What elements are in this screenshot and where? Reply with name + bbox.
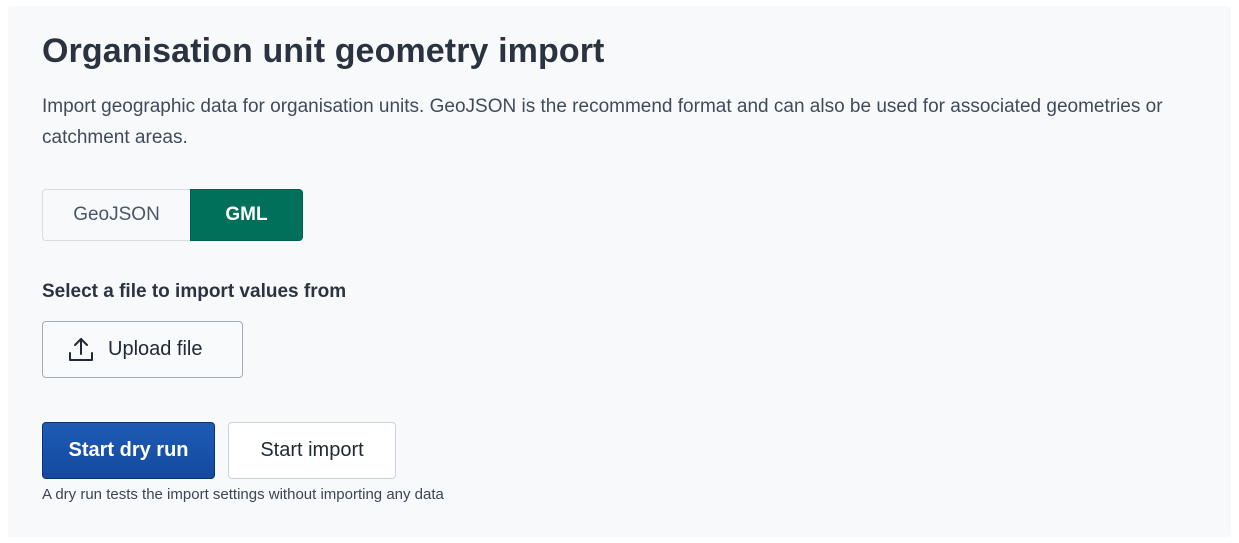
format-toggle: GeoJSON GML [42,189,303,241]
upload-file-label: Upload file [108,338,203,360]
start-import-button[interactable]: Start import [228,422,396,479]
upload-file-button[interactable]: Upload file [42,321,243,378]
format-option-gml[interactable]: GML [190,189,303,241]
dry-run-help-text: A dry run tests the import settings with… [42,486,444,503]
import-actions: Start dry run Start import [42,422,396,479]
upload-icon [66,335,96,365]
format-option-geojson[interactable]: GeoJSON [42,189,190,241]
page-title: Organisation unit geometry import [42,32,605,70]
start-dry-run-button[interactable]: Start dry run [42,422,215,479]
geometry-import-panel: Organisation unit geometry import Import… [8,6,1231,537]
page-description: Import geographic data for organisation … [42,96,1163,148]
file-select-label: Select a file to import values from [42,281,347,302]
